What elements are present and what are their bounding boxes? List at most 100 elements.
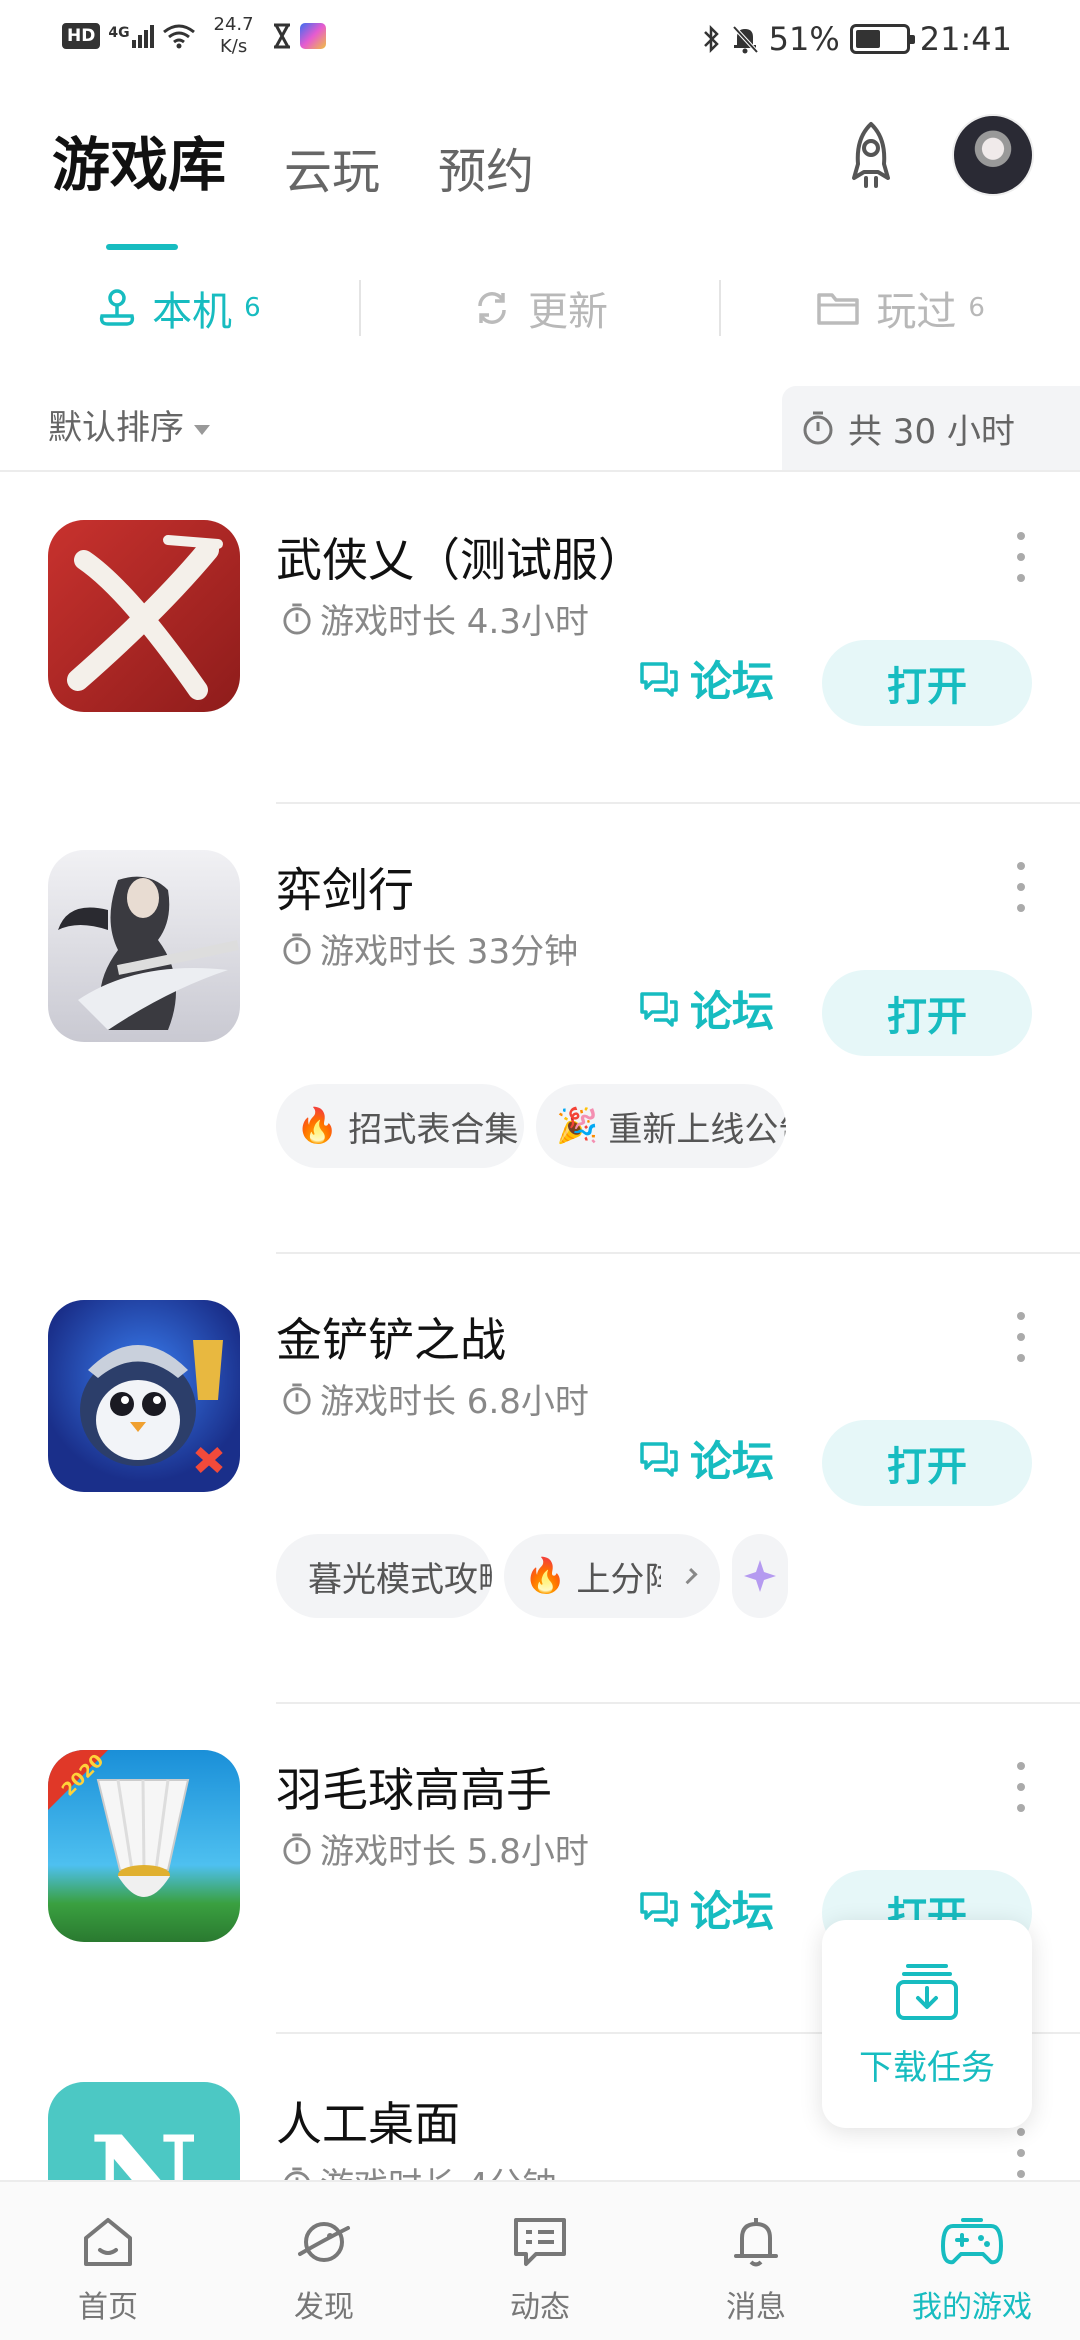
- stopwatch-icon: [803, 411, 833, 445]
- chip-twilight-guide[interactable]: 暮光模式攻略: [276, 1534, 492, 1618]
- battery-level: [855, 30, 880, 48]
- forum-button[interactable]: 论坛: [638, 1428, 774, 1489]
- more-icon[interactable]: [1014, 862, 1028, 912]
- chat-card-icon: [514, 2218, 566, 2266]
- chip-label: 招式表合集: [348, 1109, 519, 1150]
- chip-label: 暮光模式攻略: [308, 1559, 492, 1600]
- subtab-played[interactable]: 玩过 6: [721, 279, 1080, 337]
- chevron-right-icon: [681, 1568, 698, 1584]
- subtab-played-label: 玩过: [876, 289, 957, 335]
- fire-icon: 🔥: [524, 1556, 567, 1596]
- total-playtime: 共 30 小时: [782, 386, 1080, 470]
- nav-my-games[interactable]: 我的游戏: [864, 2182, 1080, 2340]
- battery-percent: 51%: [768, 20, 840, 58]
- mute-bell-icon: [732, 25, 759, 54]
- forum-button[interactable]: 论坛: [638, 978, 774, 1039]
- forum-label: 论坛: [690, 657, 775, 706]
- game-playtime: 游戏时长 4分钟: [282, 2158, 556, 2180]
- caret-down-icon: [194, 424, 210, 435]
- nav-discover-label: 发现: [294, 2290, 354, 2325]
- folder-icon: [817, 293, 860, 325]
- status-bar: HD 4G 24.7 K/s 51% 21:41: [0, 0, 1080, 80]
- game-icon-ai-desktop[interactable]: N: [48, 2082, 240, 2180]
- subtab-updates-label: 更新: [528, 289, 608, 335]
- sort-dropdown[interactable]: 默认排序: [48, 400, 210, 449]
- game-icon-wuxia[interactable]: [48, 520, 240, 712]
- status-right: 51% 21:41: [701, 20, 1012, 58]
- svg-text:N: N: [89, 2110, 199, 2180]
- chat-bubbles-icon: [640, 661, 678, 697]
- forum-label: 论坛: [690, 987, 775, 1036]
- status-left: HD 4G 24.7 K/s: [62, 14, 326, 58]
- bell-icon: [734, 2218, 778, 2267]
- game-chips: 🔥 招式表合集 🎉 重新上线公告: [276, 1084, 786, 1168]
- subtab-local[interactable]: 本机 6: [0, 279, 359, 337]
- rocket-icon[interactable]: [832, 120, 910, 200]
- stopwatch-icon: [283, 1833, 311, 1864]
- tab-cloud-play[interactable]: 云玩: [284, 132, 380, 202]
- avatar[interactable]: [952, 114, 1034, 196]
- nav-messages[interactable]: 消息: [648, 2182, 864, 2340]
- wifi-icon: [162, 24, 195, 49]
- net-speed: 24.7 K/s: [204, 14, 264, 58]
- net-speed-unit: K/s: [219, 36, 248, 57]
- sparkle-icon: [744, 1560, 776, 1592]
- open-button[interactable]: 打开: [822, 1420, 1032, 1506]
- stopwatch-icon: [283, 933, 311, 964]
- app-notification-icon: [299, 23, 326, 49]
- more-icon[interactable]: [1014, 2128, 1028, 2178]
- nav-feed[interactable]: 动态: [432, 2182, 648, 2340]
- tab-reservations[interactable]: 预约: [438, 132, 534, 202]
- nav-discover[interactable]: 发现: [216, 2182, 432, 2340]
- chat-bubbles-icon: [640, 991, 678, 1027]
- stopwatch-icon: [284, 2167, 310, 2180]
- nav-feed-label: 动态: [510, 2290, 570, 2325]
- subtab-played-count: 6: [968, 293, 985, 323]
- game-chips: 暮光模式攻略 🔥 上分阵容推: [276, 1534, 788, 1618]
- game-playtime-text: 游戏时长 4分钟: [320, 2158, 556, 2180]
- open-button[interactable]: 打开: [822, 970, 1032, 1056]
- game-playtime-text: 游戏时长 33分钟: [320, 932, 579, 972]
- clock: 21:41: [919, 20, 1012, 58]
- subtab-local-label: 本机: [152, 289, 233, 335]
- open-button[interactable]: 打开: [822, 640, 1032, 726]
- net-speed-value: 24.7: [213, 14, 254, 35]
- stopwatch-icon: [283, 1383, 311, 1414]
- chip-label: 上分阵容推: [576, 1559, 662, 1600]
- download-tasks-label: 下载任务: [859, 2047, 995, 2088]
- more-icon[interactable]: [1014, 532, 1028, 582]
- nav-my-games-label: 我的游戏: [912, 2290, 1032, 2325]
- game-playtime: 游戏时长 4.3小时: [282, 594, 589, 643]
- forum-label: 论坛: [690, 1887, 775, 1936]
- game-name: 羽毛球高高手: [276, 1763, 552, 1817]
- game-icon-jinchanchan[interactable]: [48, 1300, 240, 1492]
- chip-relaunch-notice[interactable]: 🎉 重新上线公告: [536, 1084, 786, 1168]
- tab-game-library[interactable]: 游戏库: [52, 118, 226, 250]
- chip-more[interactable]: [732, 1534, 788, 1618]
- game-playtime: 游戏时长 33分钟: [282, 924, 578, 973]
- sort-label: 默认排序: [48, 408, 184, 448]
- game-icon-yijianxing[interactable]: [48, 850, 240, 1042]
- forum-button[interactable]: 论坛: [638, 1878, 774, 1939]
- game-name: 弈剑行: [276, 863, 414, 917]
- bottom-nav: 首页 发现 动态 消息 我的游戏: [0, 2180, 1080, 2340]
- bluetooth-icon: [703, 24, 719, 54]
- game-playtime: 游戏时长 6.8小时: [282, 1374, 589, 1423]
- chip-ranked-lineup[interactable]: 🔥 上分阵容推: [504, 1534, 720, 1618]
- download-tasks-button[interactable]: 下载任务: [822, 1920, 1032, 2128]
- network-label: 4G: [108, 24, 130, 41]
- game-item[interactable]: 弈剑行 游戏时长 33分钟 论坛 打开 🔥 招式表合集 🎉 重新上线公告: [0, 802, 1080, 1252]
- forum-label: 论坛: [690, 1437, 775, 1486]
- more-icon[interactable]: [1014, 1312, 1028, 1362]
- game-name: 金铲铲之战: [276, 1313, 506, 1367]
- planet-icon: [298, 2222, 350, 2262]
- game-icon-badminton[interactable]: 2020: [48, 1750, 240, 1942]
- game-playtime: 游戏时长 5.8小时: [282, 1824, 589, 1873]
- subtab-updates[interactable]: 更新: [361, 279, 720, 337]
- nav-home[interactable]: 首页: [0, 2182, 216, 2340]
- forum-button[interactable]: 论坛: [638, 648, 774, 709]
- game-item[interactable]: 武侠乂（测试服） 游戏时长 4.3小时 论坛 打开: [0, 472, 1080, 802]
- game-item[interactable]: 金铲铲之战 游戏时长 6.8小时 论坛 打开 暮光模式攻略 🔥 上分阵容推: [0, 1252, 1080, 1702]
- more-icon[interactable]: [1014, 1762, 1028, 1812]
- chip-moves-list[interactable]: 🔥 招式表合集: [276, 1084, 524, 1168]
